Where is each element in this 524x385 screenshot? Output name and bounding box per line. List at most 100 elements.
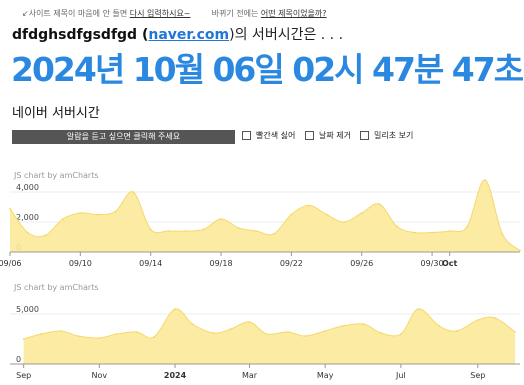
- data-point[interactable]: [132, 191, 134, 193]
- data-point[interactable]: [174, 308, 176, 310]
- x-tick-label: 09/10: [69, 259, 92, 268]
- data-point[interactable]: [343, 221, 345, 223]
- data-point[interactable]: [484, 179, 486, 181]
- data-point[interactable]: [519, 249, 521, 252]
- data-point[interactable]: [114, 210, 117, 213]
- x-tick-label: Sep: [16, 371, 31, 380]
- notice-prefix: ↙사이트 제목이 마음에 안 들면: [22, 9, 128, 18]
- data-point[interactable]: [167, 230, 170, 232]
- data-point[interactable]: [97, 213, 99, 216]
- data-point[interactable]: [135, 331, 138, 333]
- x-tick-label: 2024: [164, 371, 187, 380]
- chart-30-days-svg[interactable]: JS chart by amCharts02,0004,00009/0609/1…: [0, 167, 524, 275]
- title-prefix: dfdghsdfgsdfgd (: [12, 27, 149, 43]
- previous-title-link[interactable]: 어떤 제목이었을까?: [261, 9, 327, 18]
- data-point[interactable]: [477, 319, 479, 321]
- data-point[interactable]: [79, 212, 82, 214]
- data-point[interactable]: [466, 225, 469, 228]
- data-point[interactable]: [149, 228, 152, 231]
- checkbox[interactable]: [242, 131, 251, 140]
- x-tick-label: Sep: [470, 371, 485, 380]
- data-point[interactable]: [40, 333, 42, 335]
- data-point[interactable]: [9, 207, 11, 210]
- checkbox[interactable]: [360, 131, 369, 140]
- x-tick-label: 09/18: [210, 259, 233, 268]
- data-point[interactable]: [396, 225, 398, 228]
- y-tick-label: 0: [16, 355, 21, 364]
- data-point[interactable]: [494, 317, 496, 319]
- data-point[interactable]: [325, 213, 328, 216]
- chart-30-days[interactable]: JS chart by amCharts02,0004,00009/0609/1…: [0, 167, 524, 275]
- notice-middle: 바뀌기 전에는: [211, 9, 259, 18]
- site-link[interactable]: naver.com: [148, 27, 229, 43]
- data-point[interactable]: [448, 230, 451, 232]
- data-point[interactable]: [230, 328, 232, 330]
- data-point[interactable]: [44, 234, 46, 237]
- data-point[interactable]: [501, 233, 504, 235]
- data-point[interactable]: [362, 323, 365, 325]
- data-point[interactable]: [455, 330, 458, 332]
- data-point[interactable]: [26, 231, 29, 234]
- data-point[interactable]: [324, 330, 326, 332]
- data-point[interactable]: [191, 323, 194, 325]
- server-time-display: 2024년 10월 06일 02시 47분 47초: [11, 50, 524, 89]
- data-point[interactable]: [22, 338, 25, 340]
- chart-credit: JS chart by amCharts: [13, 283, 99, 292]
- option-label: 날짜 제거: [319, 131, 351, 140]
- data-point[interactable]: [287, 331, 289, 333]
- data-point[interactable]: [220, 218, 222, 220]
- area-series[interactable]: [10, 179, 520, 252]
- data-point[interactable]: [202, 228, 205, 231]
- data-point[interactable]: [212, 332, 215, 334]
- checkbox[interactable]: [305, 131, 314, 140]
- y-tick-label: 5,000: [16, 305, 39, 314]
- data-point[interactable]: [60, 330, 62, 332]
- data-point[interactable]: [304, 335, 307, 337]
- x-tick-label: 09/14: [139, 259, 162, 268]
- x-tick-label: Jul: [395, 371, 406, 380]
- y-tick-label: 2,000: [16, 213, 39, 222]
- x-tick-label: 09/22: [280, 259, 303, 268]
- chart-1-year-svg[interactable]: JS chart by amCharts 0 5,000 Sep Nov 2024 Mar M…: [0, 279, 524, 385]
- data-point[interactable]: [272, 233, 275, 235]
- data-point[interactable]: [380, 332, 382, 334]
- page-title: dfdghsdfgsdfgd (naver.com)의 서버시간은 . . .: [12, 24, 343, 44]
- page-subtitle: 네이버 서버시간: [12, 106, 100, 121]
- data-point[interactable]: [378, 203, 381, 205]
- area-series[interactable]: [23, 308, 516, 364]
- data-point[interactable]: [417, 308, 420, 310]
- y-tick-label: 4,000: [16, 183, 39, 192]
- option-label: 밀리초 보기: [374, 131, 414, 140]
- data-point[interactable]: [153, 336, 155, 338]
- data-point[interactable]: [266, 333, 268, 335]
- option-show-ms[interactable]: 밀리초 보기: [360, 130, 413, 141]
- data-point[interactable]: [77, 335, 80, 337]
- x-tick-label: Oct: [442, 259, 458, 268]
- data-point[interactable]: [115, 333, 118, 335]
- x-tick-label: May: [317, 371, 334, 380]
- data-point[interactable]: [400, 333, 402, 335]
- x-tick-label: 09/26: [350, 259, 373, 268]
- data-point[interactable]: [98, 337, 101, 339]
- data-point[interactable]: [185, 230, 187, 232]
- title-suffix: )의 서버시간은 . . .: [229, 27, 344, 43]
- alarm-button[interactable]: 알람을 듣고 싶으면 클릭해 주세요: [12, 130, 235, 144]
- option-no-red[interactable]: 빨간색 싫어: [242, 130, 295, 141]
- chart-1-year[interactable]: JS chart by amCharts 0 5,000 Sep Nov 2024 Mar M…: [0, 279, 524, 385]
- data-point[interactable]: [290, 213, 293, 216]
- data-point[interactable]: [248, 321, 251, 323]
- data-point[interactable]: [431, 231, 433, 234]
- x-tick-label: Nov: [92, 371, 108, 380]
- data-point[interactable]: [514, 331, 516, 333]
- option-remove-date[interactable]: 날짜 제거: [305, 130, 351, 141]
- data-point[interactable]: [360, 212, 363, 214]
- data-point[interactable]: [255, 230, 258, 232]
- data-point[interactable]: [308, 204, 310, 207]
- data-point[interactable]: [237, 227, 240, 229]
- title-change-notice: ↙사이트 제목이 마음에 안 들면 다시 입력하시요~ 바뀌기 전에는 어떤 제…: [22, 8, 327, 19]
- data-point[interactable]: [413, 231, 416, 234]
- data-point[interactable]: [438, 325, 441, 327]
- data-point[interactable]: [341, 325, 344, 327]
- reenter-title-link[interactable]: 다시 입력하시요~: [130, 9, 191, 18]
- data-point[interactable]: [61, 218, 64, 220]
